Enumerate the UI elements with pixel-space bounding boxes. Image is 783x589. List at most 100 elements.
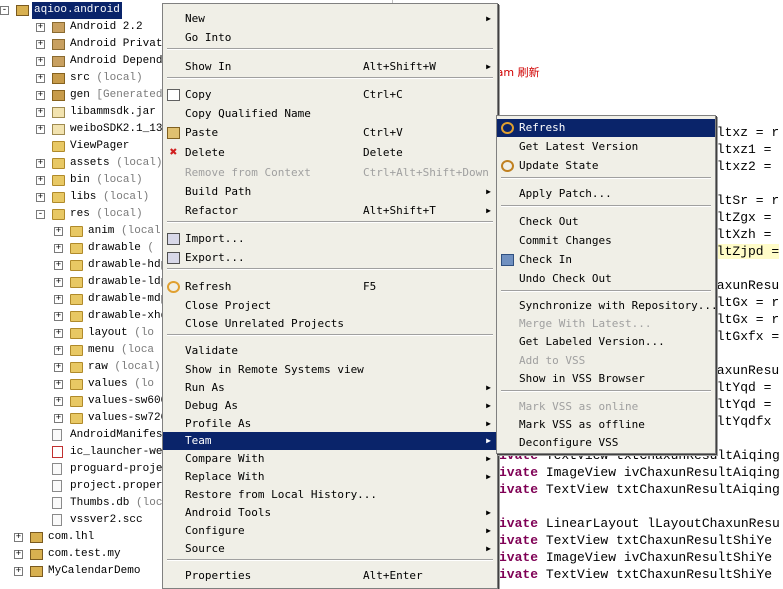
team-item-update-state[interactable]: Update State	[497, 157, 715, 175]
menu-item-properties[interactable]: Properties Alt+Enter	[163, 567, 497, 585]
tree-item-label: drawable-xhd	[86, 308, 169, 325]
team-item-check-out[interactable]: Check Out	[497, 213, 715, 231]
menu-item-profile-as[interactable]: Profile As ▶	[163, 415, 497, 433]
submenu-arrow-icon: ▶	[486, 508, 491, 517]
team-item-undo-check-out[interactable]: Undo Check Out	[497, 270, 715, 288]
expand-icon[interactable]: +	[36, 159, 45, 168]
menu-item-delete[interactable]: ✖ Delete Delete	[163, 144, 497, 162]
submenu-arrow-icon: ▶	[486, 454, 491, 463]
team-item-refresh[interactable]: Refresh	[497, 119, 715, 137]
menu-item-copy-qualified-name[interactable]: Copy Qualified Name	[163, 105, 497, 123]
team-item-mark-vss-as-online[interactable]: Mark VSS as online	[497, 398, 715, 416]
expand-icon[interactable]: +	[36, 91, 45, 100]
menu-item-go-into[interactable]: Go Into	[163, 29, 497, 47]
tree-item-label: menu (loca	[86, 342, 156, 359]
team-item-merge-with-latest[interactable]: Merge With Latest...	[497, 315, 715, 333]
expand-icon[interactable]: +	[54, 244, 63, 253]
folder-icon	[52, 158, 65, 169]
expand-icon[interactable]: +	[54, 295, 63, 304]
expand-icon[interactable]: +	[36, 74, 45, 83]
expand-icon[interactable]: +	[36, 40, 45, 49]
tree-item-label: assets (local)	[68, 155, 164, 172]
team-item-get-latest-version[interactable]: Get Latest Version	[497, 138, 715, 156]
tree-item-text: gen	[70, 89, 90, 101]
tree-item-label: Android Depende	[68, 53, 171, 70]
expand-icon[interactable]: +	[54, 312, 63, 321]
expand-icon[interactable]: +	[36, 57, 45, 66]
menu-item-export[interactable]: Export...	[163, 249, 497, 267]
expand-icon[interactable]: +	[54, 363, 63, 372]
menu-item-source[interactable]: Source ▶	[163, 540, 497, 558]
menu-item-build-path[interactable]: Build Path ▶	[163, 183, 497, 201]
expand-icon[interactable]: +	[36, 108, 45, 117]
menu-item-new[interactable]: New ▶	[163, 10, 497, 28]
tree-item-label: drawable-ldp	[86, 274, 169, 291]
expand-icon[interactable]: +	[54, 397, 63, 406]
menu-item-close-unrelated-projects[interactable]: Close Unrelated Projects	[163, 315, 497, 333]
team-item-apply-patch[interactable]: Apply Patch...	[497, 185, 715, 203]
collapse-icon[interactable]: -	[36, 210, 45, 219]
team-item-get-labeled-version[interactable]: Get Labeled Version...	[497, 333, 715, 351]
code-token: haxunResu	[709, 363, 780, 378]
folder-icon	[52, 209, 65, 220]
team-item-commit-changes[interactable]: Commit Changes	[497, 232, 715, 250]
menu-item-show-in[interactable]: Show In Alt+Shift+W ▶	[163, 58, 497, 76]
menu-item-shortcut: Alt+Shift+T	[363, 204, 436, 217]
submenu-arrow-icon: ▶	[486, 436, 491, 445]
menu-item-copy[interactable]: Copy Ctrl+C	[163, 86, 497, 104]
menu-item-paste[interactable]: Paste Ctrl+V	[163, 124, 497, 142]
team-item-mark-vss-as-offline[interactable]: Mark VSS as offline	[497, 416, 715, 434]
png-file-icon	[52, 446, 63, 458]
menu-item-refactor[interactable]: Refactor Alt+Shift+T ▶	[163, 202, 497, 220]
expand-icon[interactable]: +	[14, 567, 23, 576]
tree-item-label: src (local)	[68, 70, 145, 87]
tree-item-text: project.propert	[70, 480, 170, 492]
team-item-show-in-vss-browser[interactable]: Show in VSS Browser	[497, 370, 715, 388]
menu-item-run-as[interactable]: Run As ▶	[163, 379, 497, 397]
expand-icon[interactable]: +	[14, 533, 23, 542]
menu-item-label: Copy Qualified Name	[185, 107, 311, 120]
menu-item-label: Import...	[185, 232, 245, 245]
expand-icon[interactable]: +	[54, 227, 63, 236]
team-item-deconfigure-vss[interactable]: Deconfigure VSS	[497, 434, 715, 452]
tree-item-label: values (lo	[86, 376, 156, 393]
expand-icon[interactable]: +	[36, 23, 45, 32]
menu-item-remove-from-context[interactable]: Remove from Context Ctrl+Alt+Shift+Down	[163, 164, 497, 182]
expand-icon[interactable]: +	[36, 176, 45, 185]
menu-item-import[interactable]: Import...	[163, 230, 497, 248]
menu-item-compare-with[interactable]: Compare With ▶	[163, 450, 497, 468]
team-item-check-in[interactable]: Check In	[497, 251, 715, 269]
code-line: ultZjpd =	[709, 243, 780, 260]
tree-item-text: libammsdk.jar	[70, 106, 156, 118]
tree-item-label: MyCalendarDemo	[46, 563, 142, 580]
expand-icon[interactable]: +	[36, 125, 45, 134]
menu-item-show-in-remote-systems-view[interactable]: Show in Remote Systems view	[163, 361, 497, 379]
menu-item-replace-with[interactable]: Replace With ▶	[163, 468, 497, 486]
expand-icon[interactable]: +	[54, 261, 63, 270]
expand-icon[interactable]: +	[54, 414, 63, 423]
menu-item-debug-as[interactable]: Debug As ▶	[163, 397, 497, 415]
code-line: ultGxfx =	[709, 328, 779, 345]
menu-item-android-tools[interactable]: Android Tools ▶	[163, 504, 497, 522]
expand-icon[interactable]: +	[54, 346, 63, 355]
team-item-synchronize-with-repository[interactable]: Synchronize with Repository...	[497, 297, 718, 315]
check-in-icon	[501, 254, 514, 266]
export-icon	[167, 252, 180, 264]
menu-item-refresh[interactable]: Refresh F5	[163, 278, 497, 296]
collapse-icon[interactable]: -	[0, 6, 9, 15]
menu-item-close-project[interactable]: Close Project	[163, 297, 497, 315]
menu-item-restore-from-local-history[interactable]: Restore from Local History...	[163, 486, 497, 504]
menu-item-validate[interactable]: Validate	[163, 342, 497, 360]
code-token: LinearLayout lLayoutChaxunResu	[545, 516, 780, 531]
menu-separator	[501, 177, 711, 179]
tree-item-text: anim	[88, 225, 115, 237]
team-item-add-to-vss[interactable]: Add to VSS	[497, 352, 715, 370]
expand-icon[interactable]: +	[14, 550, 23, 559]
expand-icon[interactable]: +	[54, 278, 63, 287]
menu-item-team[interactable]: Team ▶	[163, 432, 497, 450]
code-line: ultYqd =	[709, 379, 779, 396]
expand-icon[interactable]: +	[54, 380, 63, 389]
expand-icon[interactable]: +	[36, 193, 45, 202]
menu-item-configure[interactable]: Configure ▶	[163, 522, 497, 540]
expand-icon[interactable]: +	[54, 329, 63, 338]
